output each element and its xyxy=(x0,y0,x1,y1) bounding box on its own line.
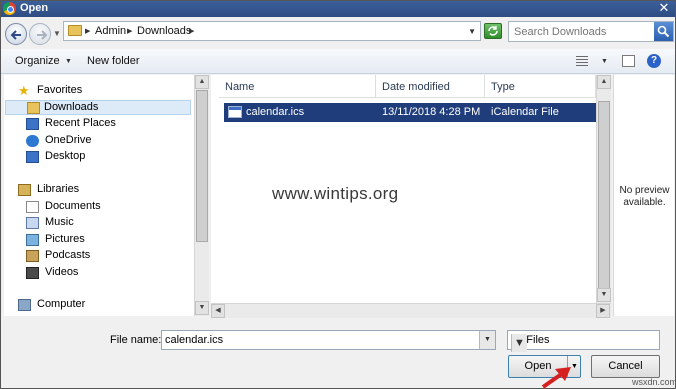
file-name-combobox[interactable]: ▼ xyxy=(161,330,496,350)
open-file-dialog: Open ✕ ▼ ▶ Admin ▶ Downloads ▶ ▼ Organiz… xyxy=(0,0,676,389)
preview-pane-toggle-icon[interactable] xyxy=(622,55,635,67)
navigation-scrollbar[interactable]: ▲ ▼ xyxy=(194,75,209,316)
scroll-up-icon[interactable]: ▲ xyxy=(597,75,611,89)
nav-item-music[interactable]: Music xyxy=(26,216,186,231)
star-icon: ★ xyxy=(18,83,30,98)
new-folder-button[interactable]: New folder xyxy=(87,55,140,67)
nav-item-recent-places[interactable]: Recent Places xyxy=(26,117,186,132)
column-header-type[interactable]: Type xyxy=(485,75,596,98)
organize-dropdown-icon[interactable]: ▼ xyxy=(65,58,72,65)
help-icon[interactable]: ? xyxy=(647,54,661,68)
pictures-icon xyxy=(26,234,39,246)
file-type: iCalendar File xyxy=(491,106,559,118)
file-date-modified: 13/11/2018 4:28 PM xyxy=(382,106,481,118)
navigation-pane: ★ Favorites Downloads Recent Places OneD… xyxy=(4,75,194,316)
scroll-up-icon[interactable]: ▲ xyxy=(195,75,209,89)
nav-item-desktop[interactable]: Desktop xyxy=(26,150,186,165)
refresh-icon xyxy=(488,26,498,36)
forward-arrow-icon xyxy=(37,30,48,40)
search-button[interactable] xyxy=(654,22,673,41)
chevron-right-icon[interactable]: ▶ xyxy=(127,27,132,35)
title-bar[interactable]: Open ✕ xyxy=(1,1,675,17)
back-arrow-icon xyxy=(10,30,21,40)
onedrive-cloud-icon xyxy=(26,135,39,147)
downloads-folder-icon xyxy=(27,102,40,114)
podcasts-icon xyxy=(26,250,39,262)
scroll-right-icon[interactable]: ▶ xyxy=(596,304,610,318)
back-button[interactable] xyxy=(5,23,27,45)
nav-computer[interactable]: Computer xyxy=(18,298,178,313)
search-icon xyxy=(657,25,670,38)
file-name-input[interactable] xyxy=(162,331,480,349)
column-header-date-modified[interactable]: Date modified xyxy=(376,75,485,98)
chevron-down-icon[interactable]: ▼ xyxy=(511,334,527,352)
scrollbar-thumb[interactable] xyxy=(598,101,610,289)
breadcrumb-admin[interactable]: Admin xyxy=(95,25,126,37)
window-title: Open xyxy=(20,2,49,14)
file-name-label: File name: xyxy=(110,334,162,346)
address-bar[interactable]: ▶ Admin ▶ Downloads ▶ ▼ xyxy=(63,21,481,41)
recent-locations-dropdown[interactable]: ▼ xyxy=(53,29,61,38)
view-options-dropdown-icon[interactable]: ▼ xyxy=(601,58,608,65)
file-list-horizontal-scrollbar[interactable]: ◀ ▶ xyxy=(211,303,611,318)
scroll-left-icon[interactable]: ◀ xyxy=(211,304,225,318)
forward-button[interactable] xyxy=(29,23,51,45)
desktop-icon xyxy=(26,151,39,163)
music-icon xyxy=(26,217,39,229)
cancel-button[interactable]: Cancel xyxy=(591,355,660,378)
search-input[interactable] xyxy=(509,22,653,41)
nav-libraries[interactable]: Libraries xyxy=(18,183,178,198)
watermark: www.wintips.org xyxy=(272,184,399,203)
search-box[interactable] xyxy=(508,21,674,42)
nav-item-podcasts[interactable]: Podcasts xyxy=(26,249,186,264)
file-list-pane: Name Date modified Type calendar.ics 13/… xyxy=(211,75,611,303)
column-header-name[interactable]: Name xyxy=(219,75,376,98)
scrollbar-thumb[interactable] xyxy=(196,90,208,242)
scroll-down-icon[interactable]: ▼ xyxy=(195,301,209,315)
calendar-file-icon xyxy=(228,106,242,118)
file-list-scrollbar[interactable]: ▲ ▼ xyxy=(596,75,611,303)
close-button[interactable]: ✕ xyxy=(657,1,671,15)
chevron-right-icon[interactable]: ▶ xyxy=(189,27,194,35)
nav-item-onedrive[interactable]: OneDrive xyxy=(26,134,186,149)
videos-icon xyxy=(26,267,39,279)
documents-icon xyxy=(26,201,39,213)
preview-pane: No preview available. xyxy=(613,75,674,316)
address-history-dropdown[interactable]: ▼ xyxy=(468,27,476,36)
nav-item-documents[interactable]: Documents xyxy=(26,200,186,215)
recent-places-icon xyxy=(26,118,39,130)
file-row[interactable]: calendar.ics 13/11/2018 4:28 PM iCalenda… xyxy=(224,103,596,122)
computer-icon xyxy=(18,299,31,311)
libraries-icon xyxy=(18,184,31,196)
command-toolbar: Organize ▼ New folder ▼ ? xyxy=(1,49,675,74)
nav-item-videos[interactable]: Videos xyxy=(26,266,186,281)
file-name: calendar.ics xyxy=(246,106,305,118)
chevron-right-icon[interactable]: ▶ xyxy=(85,27,90,35)
file-type-select[interactable]: All Files ▼ xyxy=(507,330,660,352)
scroll-down-icon[interactable]: ▼ xyxy=(597,288,611,302)
nav-item-downloads[interactable]: Downloads xyxy=(5,100,191,115)
nav-item-pictures[interactable]: Pictures xyxy=(26,233,186,248)
chrome-icon xyxy=(3,2,16,15)
breadcrumb-downloads[interactable]: Downloads xyxy=(137,25,191,37)
no-preview-message: No preview available. xyxy=(619,185,670,208)
red-pointer-arrow-icon xyxy=(541,367,571,389)
refresh-button[interactable] xyxy=(484,23,502,39)
nav-favorites[interactable]: ★ Favorites xyxy=(18,84,178,99)
change-view-icon[interactable] xyxy=(576,56,588,66)
organize-button[interactable]: Organize xyxy=(15,55,60,67)
chevron-down-icon[interactable]: ▼ xyxy=(479,331,495,349)
folder-icon xyxy=(68,25,82,36)
site-watermark: wsxdn.com xyxy=(632,377,676,387)
